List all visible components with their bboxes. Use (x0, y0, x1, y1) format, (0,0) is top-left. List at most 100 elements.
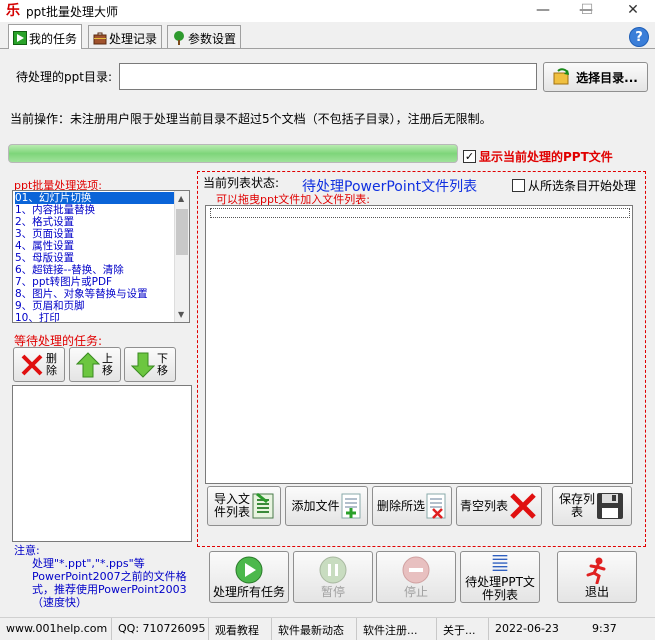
move-up-label: 上移 (102, 351, 113, 377)
delete-task-label: 删除 (46, 351, 57, 377)
start-from-selected-label: 从所选条目开始处理 (528, 179, 637, 193)
delete-doc-icon (426, 493, 446, 519)
ppt-file-list[interactable] (205, 205, 633, 484)
pause-label: 暂停 (320, 584, 345, 599)
red-x-icon (21, 354, 42, 375)
scroll-thumb[interactable] (176, 209, 188, 255)
tree-icon (174, 31, 184, 45)
add-file-label: 添加文件 (291, 498, 340, 513)
stop-button[interactable]: 停止 (376, 551, 456, 603)
options-scrollbar[interactable]: ▲ ▼ (174, 191, 189, 322)
help-icon[interactable]: ? (629, 27, 649, 47)
tab-label: 参数设置 (188, 31, 237, 46)
waiting-task-list[interactable] (12, 385, 192, 542)
maximize-button[interactable]: ☐ (565, 0, 609, 22)
move-down-label: 下移 (157, 351, 168, 377)
tab-label: 处理记录 (109, 31, 158, 46)
status-about-link[interactable]: 关于... (437, 618, 489, 640)
refresh-folder-icon (553, 68, 570, 85)
list-item[interactable]: 1、内容批量替换 (15, 204, 95, 216)
tab-my-tasks[interactable]: 我的任务 (8, 24, 83, 49)
directory-input[interactable] (119, 63, 537, 90)
move-down-button[interactable]: 下移 (124, 347, 176, 382)
status-time: 9:37 (592, 622, 617, 635)
progress-bar (8, 144, 458, 163)
pending-list-button[interactable]: 待处理PPT文件列表 (460, 551, 540, 603)
play-circle-icon (235, 556, 263, 583)
clear-list-button[interactable]: 青空列表 (456, 486, 542, 526)
list-item[interactable]: 01、幻灯片切换 (15, 192, 175, 204)
tab-settings[interactable]: 参数设置 (167, 25, 242, 48)
window-title: ppt批量处理大师 (26, 5, 118, 19)
red-x-icon (510, 493, 536, 519)
status-bar: www.001help.com QQ: 710726095 观看教程 软件最新动… (0, 617, 655, 640)
select-directory-label: 选择目录... (576, 70, 638, 85)
play-icon (13, 31, 27, 45)
pending-list-label: 待处理PPT文件列表 (465, 575, 535, 602)
list-icon (492, 554, 508, 572)
import-list-button[interactable]: 导入文件列表 (207, 486, 281, 526)
list-item[interactable]: 8、图片、对象等替换与设置 (15, 288, 148, 300)
list-item[interactable]: 10、打印 (15, 312, 60, 322)
import-list-label: 导入文件列表 (213, 492, 250, 519)
show-current-label: 显示当前处理的PPT文件 (479, 150, 613, 164)
arrow-up-icon (75, 351, 100, 377)
running-man-icon (586, 557, 606, 584)
save-list-label: 保存列表 (559, 492, 596, 519)
floppy-disk-icon (597, 493, 623, 519)
tab-divider (0, 48, 655, 49)
status-website[interactable]: www.001help.com (0, 618, 112, 640)
status-news-link[interactable]: 软件最新动态 (272, 618, 357, 640)
add-doc-icon (341, 493, 360, 519)
list-item[interactable]: 6、超链接--替换、清除 (15, 264, 124, 276)
delete-task-button[interactable]: 删除 (13, 347, 65, 382)
clear-list-label: 青空列表 (459, 498, 508, 513)
close-button[interactable]: ✕ (610, 0, 655, 22)
note-title: 注意: (14, 544, 40, 557)
close-icon: ✕ (627, 2, 639, 18)
delete-selected-button[interactable]: 删除所选 (372, 486, 452, 526)
process-all-label: 处理所有任务 (212, 584, 285, 599)
process-all-button[interactable]: 处理所有任务 (209, 551, 289, 603)
app-logo-icon: 乐 (6, 3, 20, 19)
start-from-selected-checkbox[interactable]: 从所选条目开始处理 (512, 177, 636, 194)
status-tutorial-link[interactable]: 观看教程 (209, 618, 272, 640)
list-item[interactable]: 7、ppt转图片或PDF (15, 276, 112, 288)
list-item[interactable]: 2、格式设置 (15, 216, 74, 228)
options-listbox[interactable]: 01、幻灯片切换 1、内容批量替换 2、格式设置 3、页面设置 4、属性设置 5… (12, 190, 190, 323)
save-list-button[interactable]: 保存列表 (552, 486, 632, 526)
list-item[interactable]: 9、页眉和页脚 (15, 300, 85, 312)
current-operation-text: 当前操作：未注册用户限于处理当前目录不超过5个文档（不包括子目录），注册后无限制… (10, 112, 492, 126)
note-text: 处理"*.ppt","*.pps"等PowerPoint2007之前的文件格式，… (32, 557, 187, 609)
maximize-icon: ☐ (580, 2, 594, 18)
show-current-checkbox[interactable]: ✓ 显示当前处理的PPT文件 (463, 148, 613, 165)
briefcase-icon (93, 32, 107, 45)
move-up-button[interactable]: 上移 (69, 347, 121, 382)
scroll-up-icon: ▲ (178, 194, 185, 203)
tab-records[interactable]: 处理记录 (88, 25, 163, 48)
arrow-down-icon (130, 352, 155, 378)
scroll-down-icon: ▼ (178, 310, 185, 319)
pause-button[interactable]: 暂停 (293, 551, 373, 603)
stop-label: 停止 (403, 584, 428, 599)
status-register-link[interactable]: 软件注册... (357, 618, 437, 640)
minimize-button[interactable]: — (520, 0, 566, 22)
select-directory-button[interactable]: 选择目录... (543, 62, 648, 92)
import-doc-icon (252, 492, 274, 519)
exit-button[interactable]: 退出 (557, 551, 637, 603)
list-item[interactable]: 4、属性设置 (15, 240, 74, 252)
exit-label: 退出 (584, 584, 609, 599)
add-file-button[interactable]: 添加文件 (285, 486, 368, 526)
delete-selected-label: 删除所选 (376, 498, 425, 513)
checkbox-checked-icon: ✓ (463, 150, 476, 163)
checkbox-unchecked-icon (512, 179, 525, 192)
note: 注意: 处理"*.ppt","*.pps"等PowerPoint2007之前的文… (14, 544, 199, 609)
list-status-label: 当前列表状态: (203, 176, 280, 190)
status-qq: QQ: 710726095 (112, 618, 209, 640)
status-date: 2022-06-23 (495, 622, 559, 635)
minimize-icon: — (536, 2, 550, 18)
pause-circle-icon (319, 556, 347, 583)
list-item[interactable]: 5、母版设置 (15, 252, 74, 264)
list-item[interactable]: 3、页面设置 (15, 228, 74, 240)
directory-label: 待处理的ppt目录: (16, 70, 112, 84)
